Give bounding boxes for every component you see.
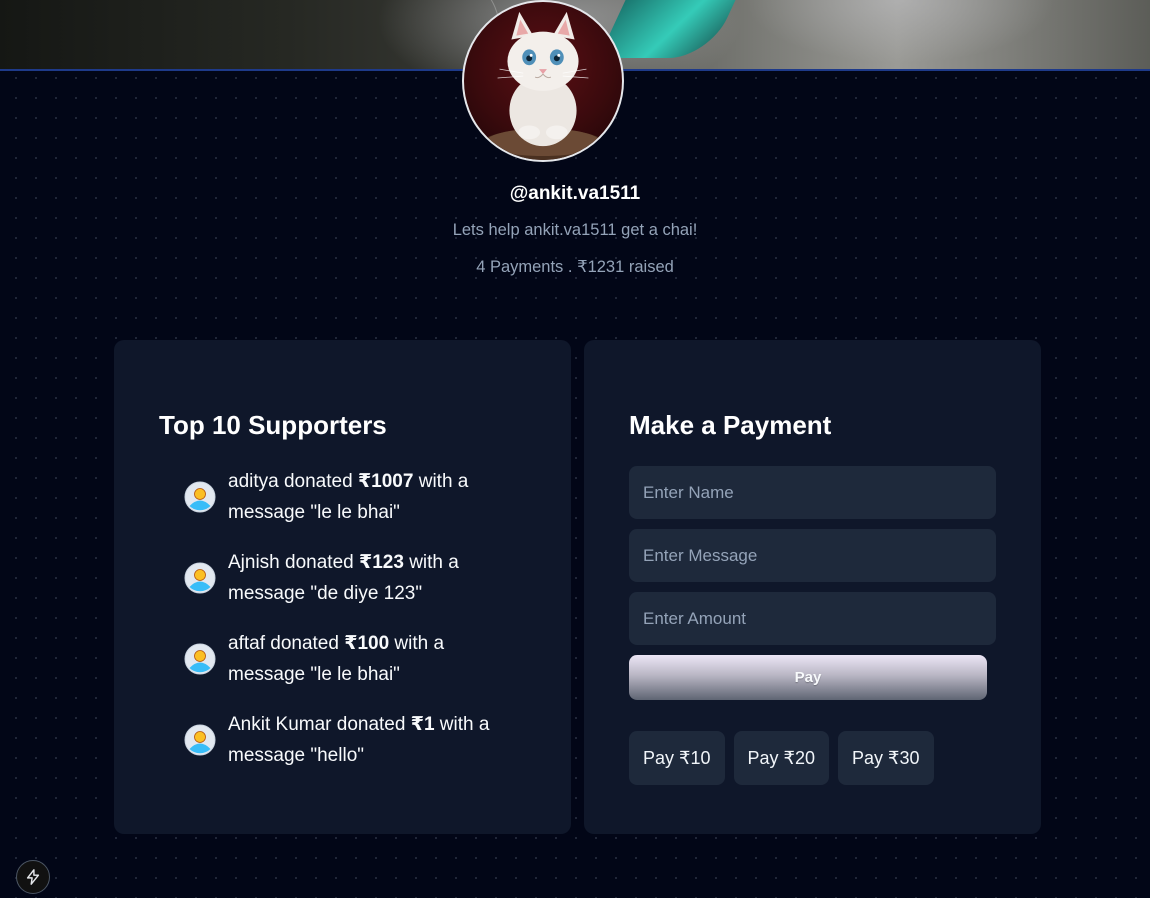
user-avatar-icon bbox=[184, 643, 216, 675]
supporter-verb: donated bbox=[278, 471, 358, 492]
user-avatar-icon bbox=[184, 724, 216, 756]
supporter-name: aditya bbox=[228, 471, 279, 492]
supporter-amount: ₹1007 bbox=[357, 471, 414, 492]
kitten-picture bbox=[473, 11, 613, 160]
lightning-icon[interactable] bbox=[16, 860, 50, 894]
supporter-message: Ajnish donated ₹123 with a message "de d… bbox=[228, 547, 504, 609]
supporter-amount: ₹1 bbox=[410, 714, 435, 735]
supporters-list: aditya donated ₹1007 with a message "le … bbox=[184, 466, 504, 790]
user-avatar-icon bbox=[184, 562, 216, 594]
supporter-verb: donated bbox=[264, 633, 345, 654]
supporter-name: Ajnish bbox=[228, 552, 280, 573]
supporter-verb: donated bbox=[331, 714, 411, 735]
supporter-verb: donated bbox=[279, 552, 359, 573]
payment-stats: 4 Payments . ₹1231 raised bbox=[476, 258, 674, 276]
user-avatar-icon bbox=[184, 481, 216, 513]
supporter-message: aftaf donated ₹100 with a message "le le… bbox=[228, 628, 504, 690]
cover-collar bbox=[598, 0, 736, 58]
name-input[interactable] bbox=[629, 466, 996, 519]
payment-title: Make a Payment bbox=[629, 410, 832, 440]
profile-avatar bbox=[462, 0, 624, 162]
pay-10-button[interactable]: Pay ₹10 bbox=[629, 731, 725, 785]
list-item: Ankit Kumar donated ₹1 with a message "h… bbox=[184, 709, 504, 771]
supporter-name: Ankit Kumar bbox=[228, 714, 332, 735]
profile-username: @ankit.va1511 bbox=[509, 183, 641, 204]
quick-pay-group: Pay ₹10 Pay ₹20 Pay ₹30 bbox=[629, 731, 943, 785]
supporter-name: aftaf bbox=[228, 633, 265, 654]
list-item: Ajnish donated ₹123 with a message "de d… bbox=[184, 547, 504, 609]
supporters-title: Top 10 Supporters bbox=[159, 410, 387, 440]
list-item: aditya donated ₹1007 with a message "le … bbox=[184, 466, 504, 528]
supporter-message: Ankit Kumar donated ₹1 with a message "h… bbox=[228, 709, 504, 771]
supporter-amount: ₹100 bbox=[344, 633, 390, 654]
supporter-amount: ₹123 bbox=[359, 552, 404, 573]
amount-input[interactable] bbox=[629, 592, 996, 645]
list-item: aftaf donated ₹100 with a message "le le… bbox=[184, 628, 504, 690]
supporters-panel: Top 10 Supporters aditya donated ₹1007 w… bbox=[114, 340, 571, 834]
message-input[interactable] bbox=[629, 529, 996, 582]
pay-20-button[interactable]: Pay ₹20 bbox=[733, 731, 829, 785]
profile-tagline: Lets help ankit.va1511 get a chai! bbox=[452, 221, 698, 239]
pay-30-button[interactable]: Pay ₹30 bbox=[838, 731, 934, 785]
pay-button[interactable]: Pay bbox=[629, 655, 987, 700]
supporter-message: aditya donated ₹1007 with a message "le … bbox=[228, 466, 504, 528]
payment-panel: Make a Payment Pay Pay ₹10 Pay ₹20 Pay ₹… bbox=[584, 340, 1041, 834]
